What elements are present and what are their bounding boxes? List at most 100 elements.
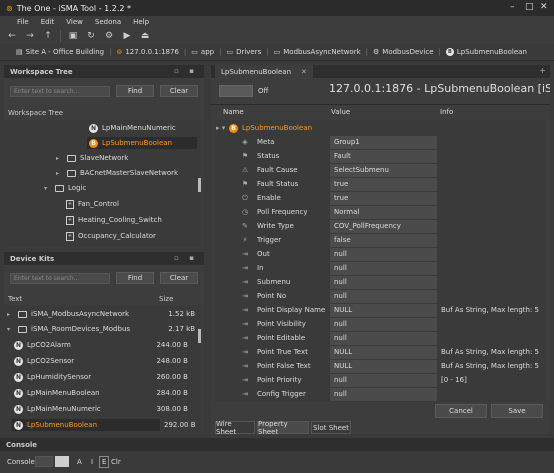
devicekits-find-button[interactable]: Find [116,272,154,284]
devicekits-clear-button[interactable]: Clear [160,272,198,284]
property-row[interactable]: ⇥ Point False Text NULL Buf As String, Max … [215,359,546,373]
devicekits-search-input[interactable]: Enter text to search... [10,272,110,284]
property-row[interactable]: ✎ Write Type COV_PollFrequency [215,219,546,233]
close-tab-icon[interactable]: ✕ [301,68,307,76]
menu-file[interactable]: File [17,18,29,26]
tree-item[interactable]: N LpMainMenuNumeric [89,122,176,134]
kit-row[interactable]: N LpHumiditySensor 260.00 B [14,371,197,383]
property-row[interactable]: ⇥ Point Priority null [0 - 16] [215,373,546,387]
kit-row[interactable]: N LpCO2Alarm 244.00 B [14,339,197,351]
tree-item[interactable]: ▾ Logic [44,182,86,194]
property-value[interactable]: null [330,387,437,401]
property-value[interactable]: null [330,275,437,289]
property-value[interactable]: Fault [330,149,437,163]
back-icon[interactable]: ← [6,30,18,42]
property-value[interactable]: NULL [330,359,437,373]
expand-icon[interactable]: ▸ [56,170,63,177]
workspace-clear-button[interactable]: Clear [160,85,198,97]
property-row[interactable]: ⏻ Enable true [215,191,546,205]
tree-item[interactable]: + Heating_Cooling_Switch [66,214,162,226]
close-icon[interactable]: ✕ [540,2,548,12]
property-value[interactable]: null [330,289,437,303]
maximize-icon[interactable]: □ [525,2,534,12]
save-button[interactable]: Save [491,404,543,418]
stop-icon[interactable]: ⏏ [139,30,151,42]
property-value[interactable]: Normal [330,205,437,219]
forward-icon[interactable]: → [24,30,36,42]
menu-help[interactable]: Help [133,18,149,26]
property-row[interactable]: ⇥ Submenu null [215,275,546,289]
property-row[interactable]: ⇥ Point Display Name NULL Buf As String, Ma… [215,303,546,317]
console-input[interactable] [35,456,53,467]
expand-icon[interactable]: ▸ [56,155,63,162]
property-value[interactable]: false [330,233,437,247]
breadcrumb-host[interactable]: ⊚ 127.0.0.1:1876 [116,48,178,56]
collapse-icon[interactable]: ▾ [44,185,51,192]
kit-row[interactable]: ▸ iSMA_ModbusAsyncNetwork 1.52 kB [7,308,197,320]
breadcrumb-network[interactable]: ▭ ModbusAsyncNetwork [274,48,361,56]
property-row[interactable]: ⚠ Fault Cause SelectSubmenu [215,163,546,177]
tab-slot-sheet[interactable]: Slot Sheet [311,421,351,434]
tools-icon[interactable]: ⚙ [103,30,115,42]
tab-wire-sheet[interactable]: Wire Sheet [215,420,255,436]
tree-item[interactable]: + Fan_Control [66,198,119,210]
breadcrumb-app[interactable]: ▭ app [191,48,214,56]
property-value[interactable]: Group1 [330,135,437,149]
refresh-icon[interactable]: ↻ [85,30,97,42]
scrollbar-thumb[interactable] [198,329,201,343]
property-value[interactable]: COV_PollFrequency [330,219,437,233]
property-row[interactable]: ◷ Poll Frequency Normal [215,205,546,219]
property-value[interactable]: null [330,373,437,387]
menu-edit[interactable]: Edit [41,18,55,26]
property-row[interactable]: ⇥ Point Editable null [215,331,546,345]
console-error-button[interactable]: E [99,456,110,468]
property-value[interactable]: true [330,177,437,191]
minimize-icon[interactable]: – [510,2,515,12]
property-row[interactable]: ⚑ Status Fault [215,149,546,163]
up-icon[interactable]: ↑ [42,30,54,42]
tree-item[interactable]: + Occupancy_Calculator [66,230,156,242]
property-row[interactable]: ⇥ Point True Text NULL Buf As String, Max l… [215,345,546,359]
property-value[interactable]: null [330,331,437,345]
breadcrumb-drivers[interactable]: ▭ Drivers [226,48,261,56]
save-icon[interactable]: ▣ [67,30,79,42]
property-row[interactable]: ⇥ In null [215,261,546,275]
property-row[interactable]: ⇥ Point No null [215,289,546,303]
kit-row[interactable]: N LpMainMenuNumeric 308.00 B [14,403,197,415]
console-info-button[interactable]: I [91,458,93,466]
workspace-search-input[interactable]: Enter text to search... [10,85,110,97]
breadcrumb-site[interactable]: ▤ Site A - Office Building [16,48,104,56]
scrollbar-thumb[interactable] [198,178,201,192]
tree-item-selected[interactable]: B LpSubmenuBoolean [87,137,197,149]
kit-row-selected[interactable]: N LpSubmenuBoolean [12,419,160,431]
property-row[interactable]: ⇥ Point Visibility null [215,317,546,331]
property-value[interactable]: NULL [330,303,437,317]
property-value[interactable]: null [330,247,437,261]
console-clear-button[interactable]: Clr [111,458,121,466]
property-value[interactable]: null [330,261,437,275]
breadcrumb-device[interactable]: ⚙ ModbusDevice [373,48,434,56]
property-value[interactable]: true [330,191,437,205]
cancel-button[interactable]: Cancel [435,404,487,418]
enable-toggle[interactable] [219,85,253,97]
panel-controls-icon[interactable]: ▫ ▪ [174,254,198,262]
console-color-swatch[interactable] [55,456,69,467]
kit-row[interactable]: N LpMainMenuBoolean 284.00 B [14,387,197,399]
console-all-button[interactable]: A [77,458,82,466]
run-icon[interactable]: ▶ [121,30,133,42]
editor-tab[interactable]: LpSubmenuBoolean ✕ [215,65,313,78]
breadcrumb-component[interactable]: B LpSubmenuBoolean [445,48,527,56]
collapse-icon[interactable]: ▾ [7,326,14,333]
property-value[interactable]: null [330,317,437,331]
panel-controls-icon[interactable]: ▫ ▪ [174,67,198,75]
property-value[interactable]: NULL [330,345,437,359]
expand-icon[interactable]: ▸ [7,311,14,318]
property-value[interactable]: SelectSubmenu [330,163,437,177]
kit-row[interactable]: N LpCO2Sensor 248.00 B [14,355,197,367]
tree-item[interactable]: ▸ SlaveNetwork [56,152,128,164]
menu-sedona[interactable]: Sedona [95,18,121,26]
property-row[interactable]: ⇥ Out null [215,247,546,261]
property-row[interactable]: ⇥ Config Trigger null [215,387,546,401]
tree-item[interactable]: ▸ BACnetMasterSlaveNetwork [56,167,178,179]
property-row[interactable]: ⚑ Fault Status true [215,177,546,191]
